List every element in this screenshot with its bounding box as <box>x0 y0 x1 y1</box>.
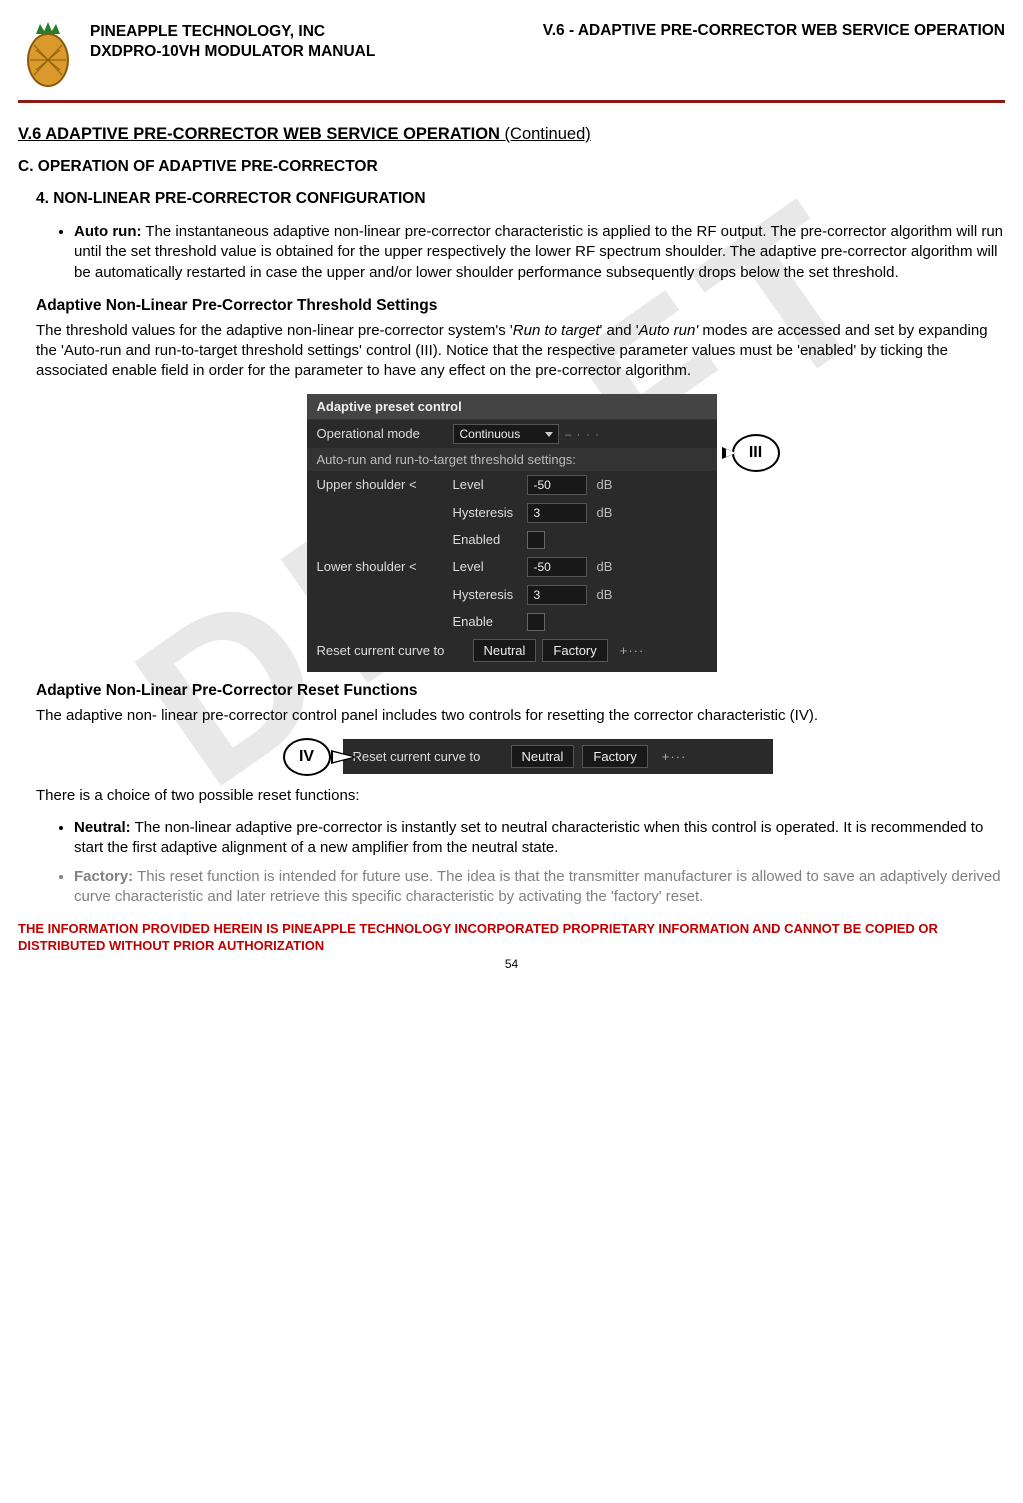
choice-paragraph: There is a choice of two possible reset … <box>36 786 1005 806</box>
threshold-section-label: Auto-run and run-to-target threshold set… <box>307 448 717 471</box>
db-unit: dB <box>597 559 613 574</box>
subsection-c: C. OPERATION OF ADAPTIVE PRE-CORRECTOR <box>18 158 1005 176</box>
upper-enabled-label: Enabled <box>453 532 521 547</box>
expand-indicator: +··· <box>620 643 645 658</box>
threshold-heading: Adaptive Non-Linear Pre-Corrector Thresh… <box>36 297 1005 315</box>
bullet-neutral: Neutral: The non-linear adaptive pre-cor… <box>74 818 1005 859</box>
page-header: PINEAPPLE TECHNOLOGY, INC DXDPRO-10VH MO… <box>18 20 1005 103</box>
upper-level-label: Level <box>453 477 521 492</box>
callout-3: III <box>732 434 780 472</box>
lower-hyst-label: Hysteresis <box>453 587 521 602</box>
bullet-autorun: Auto run: The instantaneous adaptive non… <box>74 222 1005 283</box>
upper-shoulder-label: Upper shoulder < <box>317 477 447 492</box>
dotted-connector: – · · · <box>565 427 707 441</box>
reset-paragraph: The adaptive non- linear pre-corrector c… <box>36 706 1005 726</box>
op-mode-select[interactable]: Continuous <box>453 424 559 444</box>
page-number: 54 <box>18 957 1005 971</box>
section-title: V.6 ADAPTIVE PRE-CORRECTOR WEB SERVICE O… <box>18 125 1005 144</box>
lower-level-input[interactable] <box>527 557 587 577</box>
reset-label-2: Reset current curve to <box>353 749 503 764</box>
db-unit: dB <box>597 587 613 602</box>
factory-button[interactable]: Factory <box>542 639 607 662</box>
bullet-factory: Factory: This reset function is intended… <box>74 867 1005 908</box>
reset-label: Reset current curve to <box>317 643 467 658</box>
lower-enable-label: Enable <box>453 614 521 629</box>
upper-enabled-checkbox[interactable] <box>527 531 545 549</box>
neutral-button-2[interactable]: Neutral <box>511 745 575 768</box>
reset-heading: Adaptive Non-Linear Pre-Corrector Reset … <box>36 682 1005 700</box>
company-logo-icon <box>18 20 78 94</box>
lower-enable-checkbox[interactable] <box>527 613 545 631</box>
header-doc-title: V.6 - ADAPTIVE PRE-CORRECTOR WEB SERVICE… <box>543 22 1005 62</box>
subsection-4: 4. NON-LINEAR PRE-CORRECTOR CONFIGURATIO… <box>36 190 1005 208</box>
lower-level-label: Level <box>453 559 521 574</box>
expand-indicator-2: +··· <box>662 749 687 764</box>
callout-4: IV <box>251 738 331 776</box>
header-company: PINEAPPLE TECHNOLOGY, INC <box>90 22 375 42</box>
lower-shoulder-label: Lower shoulder < <box>317 559 447 574</box>
op-mode-label: Operational mode <box>317 426 447 441</box>
upper-hyst-input[interactable] <box>527 503 587 523</box>
header-manual: DXDPRO-10VH MODULATOR MANUAL <box>90 42 375 62</box>
upper-level-input[interactable] <box>527 475 587 495</box>
threshold-paragraph: The threshold values for the adaptive no… <box>36 321 1005 382</box>
upper-hyst-label: Hysteresis <box>453 505 521 520</box>
lower-hyst-input[interactable] <box>527 585 587 605</box>
factory-button-2[interactable]: Factory <box>582 745 647 768</box>
db-unit: dB <box>597 505 613 520</box>
neutral-button[interactable]: Neutral <box>473 639 537 662</box>
adaptive-preset-panel: Adaptive preset control Operational mode… <box>307 394 717 672</box>
panel-title: Adaptive preset control <box>307 394 717 420</box>
reset-panel-snippet: Reset current curve to Neutral Factory +… <box>343 739 773 774</box>
db-unit: dB <box>597 477 613 492</box>
proprietary-footer: THE INFORMATION PROVIDED HEREIN IS PINEA… <box>18 921 1005 955</box>
